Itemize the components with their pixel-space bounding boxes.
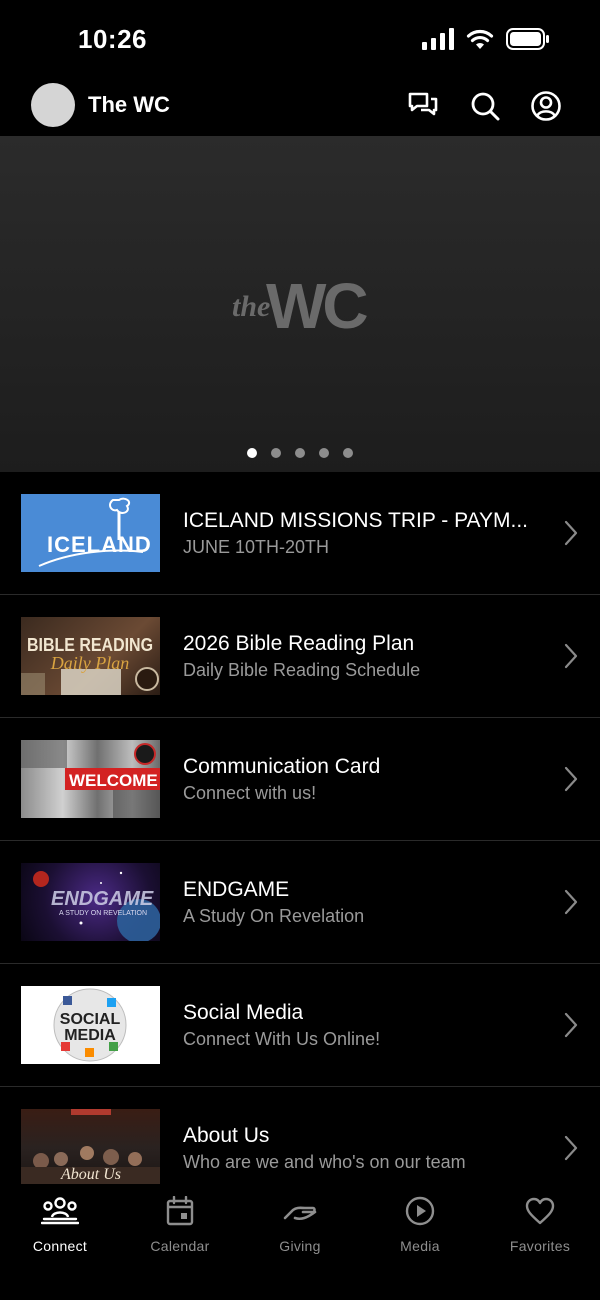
carousel-dot[interactable] — [295, 448, 305, 458]
thumbnail-social-media: SOCIAL MEDIA — [21, 986, 160, 1064]
avatar[interactable] — [31, 83, 75, 127]
list-item-title: Social Media — [183, 1001, 304, 1024]
chevron-right-icon — [564, 520, 578, 546]
search-icon — [471, 92, 500, 121]
list-item-endgame[interactable]: ENDGAME A STUDY ON REVELATION ENDGAME A … — [0, 841, 600, 964]
thumbnail-communication-card: WELCOME — [21, 740, 160, 818]
chevron-right-icon — [564, 766, 578, 792]
tab-label: Giving — [279, 1238, 321, 1254]
tab-connect[interactable]: Connect — [0, 1194, 120, 1264]
thumbnail-about-us: About Us — [21, 1109, 160, 1184]
carousel-dot[interactable] — [319, 448, 329, 458]
thumbnail-media-text: MEDIA — [64, 1027, 116, 1044]
list-item-title: Communication Card — [183, 755, 381, 778]
list-item-subtitle: JUNE 10TH-20TH — [183, 537, 330, 557]
thumbnail-bible-reading-text: BIBLE READING — [27, 635, 153, 655]
thumbnail-welcome-text: WELCOME — [69, 771, 158, 790]
people-icon — [41, 1197, 79, 1225]
thumbnail-iceland: ICELAND — [21, 494, 160, 572]
logo-text-small: the — [232, 290, 270, 323]
list-item-title: 2026 Bible Reading Plan — [183, 632, 415, 655]
list-item-title: ENDGAME — [183, 878, 290, 901]
list-item-communication-card[interactable]: WELCOME Communication Card Connect with … — [0, 718, 600, 841]
status-time: 10:26 — [78, 24, 147, 54]
carousel-dot[interactable] — [343, 448, 353, 458]
list-item-bible-reading[interactable]: BIBLE READING Daily Plan 2026 Bible Read… — [0, 595, 600, 718]
list-item-subtitle: Daily Bible Reading Schedule — [183, 660, 421, 680]
tab-media[interactable]: Media — [360, 1194, 480, 1264]
list-item-iceland[interactable]: ICELAND ICELAND MISSIONS TRIP - PAYM... … — [0, 472, 600, 595]
status-icons — [422, 28, 550, 50]
list-item-subtitle: A Study On Revelation — [183, 906, 365, 926]
hero-carousel[interactable]: the WC — [0, 136, 600, 472]
chevron-right-icon — [564, 889, 578, 915]
search-button[interactable] — [467, 88, 503, 124]
thumbnail-endgame-text: ENDGAME — [51, 888, 154, 910]
play-circle-icon — [405, 1196, 435, 1226]
list-item-subtitle: Connect With Us Online! — [183, 1029, 381, 1049]
chat-icon — [408, 92, 438, 116]
thumbnail-social-text: SOCIAL — [60, 1011, 121, 1028]
carousel-page-indicator[interactable] — [0, 448, 600, 458]
list-item-subtitle: Who are we and who's on our team — [183, 1152, 466, 1172]
account-circle-icon — [531, 91, 561, 121]
list-item-title: ICELAND MISSIONS TRIP - PAYM... — [183, 509, 529, 532]
cellular-signal-icon — [422, 28, 454, 50]
tab-calendar[interactable]: Calendar — [120, 1194, 240, 1264]
thumbnail-endgame-sub: A STUDY ON REVELATION — [59, 910, 147, 917]
tab-favorites[interactable]: Favorites — [480, 1194, 600, 1264]
chevron-right-icon — [564, 1012, 578, 1038]
thumbnail-iceland-text: ICELAND — [47, 532, 152, 557]
app-header: The WC — [0, 78, 600, 136]
chat-button[interactable] — [405, 88, 441, 124]
list-item-subtitle: Connect with us! — [183, 783, 317, 803]
list-item-about-us[interactable]: About Us About Us Who are we and who's o… — [0, 1087, 600, 1184]
list-item-social-media[interactable]: SOCIAL MEDIA Social Media Connect With U… — [0, 964, 600, 1087]
tab-bar: Connect Calendar Giving Media Favorites — [0, 1184, 600, 1300]
content-list: ICELAND ICELAND MISSIONS TRIP - PAYM... … — [0, 472, 600, 1184]
profile-button[interactable] — [528, 88, 564, 124]
giving-hand-icon — [283, 1206, 317, 1221]
chevron-right-icon — [564, 1135, 578, 1161]
chevron-right-icon — [564, 643, 578, 669]
thumbnail-about-us-script: About Us — [60, 1166, 121, 1183]
thumbnail-bible-reading: BIBLE READING Daily Plan — [21, 617, 160, 695]
tab-label: Media — [400, 1238, 440, 1254]
battery-icon — [506, 28, 549, 50]
wifi-icon — [466, 29, 494, 49]
heart-icon — [525, 1197, 555, 1225]
tab-label: Connect — [32, 1238, 88, 1254]
thumbnail-endgame: ENDGAME A STUDY ON REVELATION — [21, 863, 160, 941]
carousel-dot[interactable] — [247, 448, 257, 458]
list-item-title: About Us — [183, 1124, 270, 1147]
calendar-icon — [166, 1196, 194, 1226]
carousel-dot[interactable] — [271, 448, 281, 458]
tab-label: Calendar — [150, 1238, 210, 1254]
logo-text-large: WC — [266, 274, 367, 338]
tab-giving[interactable]: Giving — [240, 1194, 360, 1264]
church-logo: the WC — [232, 274, 371, 338]
status-bar: 10:26 — [0, 0, 600, 80]
tab-label: Favorites — [509, 1238, 571, 1254]
app-title: The WC — [88, 92, 170, 117]
thumbnail-bible-reading-script: Daily Plan — [50, 653, 130, 673]
